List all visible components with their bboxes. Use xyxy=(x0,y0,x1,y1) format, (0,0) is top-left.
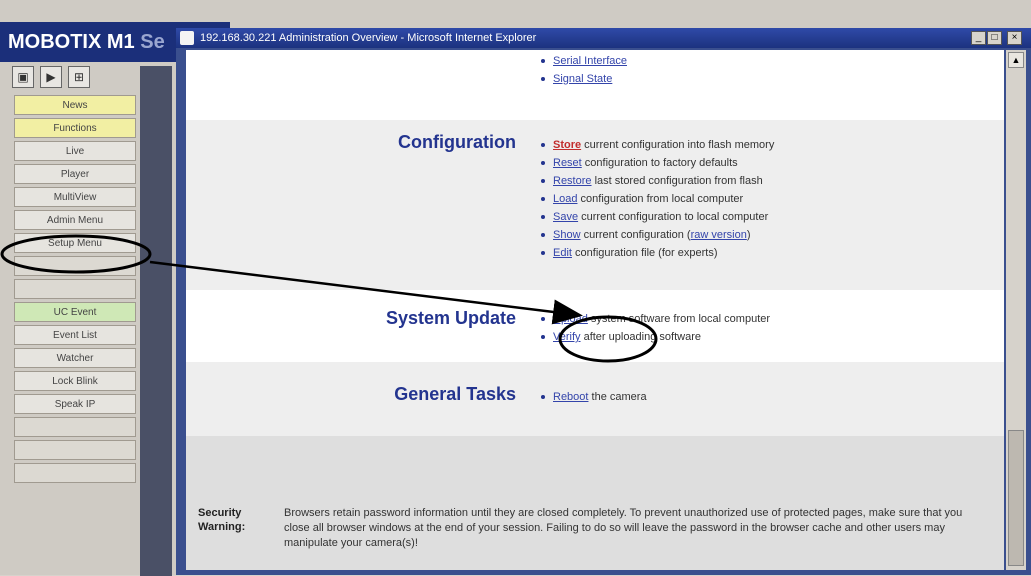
sidebar-item[interactable]: Player xyxy=(14,164,136,184)
sidebar-item[interactable]: Setup Menu xyxy=(14,233,136,253)
action-link[interactable]: Reboot xyxy=(553,391,588,403)
list-item: Load configuration from local computer xyxy=(541,190,774,208)
action-link[interactable]: Save xyxy=(553,211,578,223)
play-icon[interactable]: ▶ xyxy=(40,66,62,88)
security-warning-section: Security Warning: Browsers retain passwo… xyxy=(186,436,1004,570)
bullet-icon xyxy=(541,59,545,64)
close-button[interactable]: × xyxy=(1007,31,1022,45)
bullet-icon xyxy=(541,179,545,184)
action-link[interactable]: Upload xyxy=(553,313,588,325)
list-item: Verify after uploading software xyxy=(541,328,770,346)
action-link[interactable]: Serial Interface xyxy=(553,55,627,67)
list-item: Restore last stored configuration from f… xyxy=(541,172,774,190)
sidebar-item[interactable]: Lock Blink xyxy=(14,371,136,391)
list-item: Show current configuration (raw version) xyxy=(541,226,774,244)
section-title-system-update: System Update xyxy=(385,308,516,328)
link-description: last stored configuration from flash xyxy=(591,175,763,187)
bullet-icon xyxy=(541,161,545,166)
general-tasks-section: General Tasks Reboot the camera xyxy=(186,362,1004,436)
action-link[interactable]: Verify xyxy=(553,331,581,343)
security-warning-text: Browsers retain password information unt… xyxy=(284,507,963,549)
sidebar-item[interactable]: Admin Menu xyxy=(14,210,136,230)
sidebar-item[interactable] xyxy=(14,440,136,460)
minimize-button[interactable]: _ xyxy=(971,31,986,45)
sidebar-item[interactable]: Watcher xyxy=(14,348,136,368)
action-link[interactable]: Reset xyxy=(553,157,582,169)
browser-titlebar[interactable]: 192.168.30.221 Administration Overview -… xyxy=(176,28,1031,48)
system-update-links: Upload system software from local comput… xyxy=(541,310,770,346)
action-link[interactable]: Show xyxy=(553,229,581,241)
link-description: current configuration into flash memory xyxy=(581,139,775,151)
list-item: Save current configuration to local comp… xyxy=(541,208,774,226)
maximize-button[interactable]: □ xyxy=(987,31,1002,45)
window-title: 192.168.30.221 Administration Overview -… xyxy=(200,32,537,44)
sidebar-item[interactable]: News xyxy=(14,95,136,115)
grid-icon[interactable]: ⊞ xyxy=(68,66,90,88)
raw-version-link[interactable]: raw version xyxy=(691,229,747,241)
status-section: Serial Interface Signal State xyxy=(186,50,1004,120)
action-link[interactable]: Edit xyxy=(553,247,572,259)
sidebar-item[interactable]: MultiView xyxy=(14,187,136,207)
sidebar-item[interactable]: UC Event xyxy=(14,302,136,322)
list-item: Upload system software from local comput… xyxy=(541,310,770,328)
action-link[interactable]: Load xyxy=(553,193,577,205)
bullet-icon xyxy=(541,317,545,322)
list-item: Serial Interface xyxy=(541,52,627,70)
list-item: Reboot the camera xyxy=(541,388,647,406)
list-item: Store current configuration into flash m… xyxy=(541,136,774,154)
bullet-icon xyxy=(541,335,545,340)
ie-icon xyxy=(180,31,194,45)
browser-window: 192.168.30.221 Administration Overview -… xyxy=(176,28,1031,575)
link-description: system software from local computer xyxy=(587,313,771,325)
section-title-general-tasks: General Tasks xyxy=(394,384,516,404)
link-description: configuration from local computer xyxy=(577,193,744,205)
status-links: Serial Interface Signal State xyxy=(541,52,627,88)
sidebar-item[interactable] xyxy=(14,417,136,437)
bullet-icon xyxy=(541,143,545,148)
list-item: Reset configuration to factory defaults xyxy=(541,154,774,172)
sidebar-item[interactable]: Functions xyxy=(14,118,136,138)
system-update-section: System Update Upload system software fro… xyxy=(186,290,1004,362)
bullet-icon xyxy=(541,77,545,82)
sidebar: News Functions Live Player MultiView Admin Me… xyxy=(14,95,136,486)
action-link[interactable]: Restore xyxy=(553,175,592,187)
bullet-icon xyxy=(541,395,545,400)
list-item: Signal State xyxy=(541,70,627,88)
general-tasks-links: Reboot the camera xyxy=(541,388,647,406)
live-icon[interactable]: ▣ xyxy=(12,66,34,88)
list-item: Edit configuration file (for experts) xyxy=(541,244,774,262)
bullet-icon xyxy=(541,197,545,202)
bullet-icon xyxy=(541,215,545,220)
vertical-scrollbar[interactable]: ▲ xyxy=(1006,50,1026,570)
link-description: current configuration ( xyxy=(580,229,691,241)
sidebar-item[interactable]: Speak IP xyxy=(14,394,136,414)
camera-preview-strip xyxy=(140,66,172,576)
section-title-configuration: Configuration xyxy=(398,132,516,152)
link-description: the camera xyxy=(588,391,647,403)
scroll-thumb[interactable] xyxy=(1008,430,1024,566)
bullet-icon xyxy=(541,233,545,238)
sidebar-item[interactable] xyxy=(14,279,136,299)
link-description: configuration to factory defaults xyxy=(581,157,738,169)
configuration-links: Store current configuration into flash m… xyxy=(541,136,774,262)
link-description: ) xyxy=(746,229,751,241)
configuration-section: Configuration Store current configuratio… xyxy=(186,120,1004,290)
sidebar-item[interactable]: Event List xyxy=(14,325,136,345)
sidebar-item[interactable] xyxy=(14,256,136,276)
link-description: current configuration to local computer xyxy=(578,211,769,223)
scroll-up-button[interactable]: ▲ xyxy=(1008,52,1024,68)
link-description: after uploading software xyxy=(580,331,701,343)
link-description: configuration file (for experts) xyxy=(571,247,718,259)
action-link[interactable]: Signal State xyxy=(553,73,612,85)
page-content: Serial Interface Signal State Configurati… xyxy=(186,50,1004,570)
action-link[interactable]: Store xyxy=(553,139,581,151)
sidebar-item[interactable]: Live xyxy=(14,141,136,161)
sidebar-item[interactable] xyxy=(14,463,136,483)
security-warning-label: Security Warning: xyxy=(198,507,246,533)
bullet-icon xyxy=(541,251,545,256)
